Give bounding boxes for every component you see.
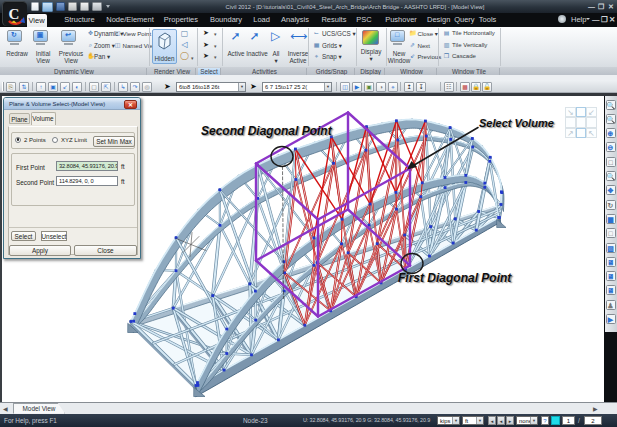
svg-text:C: C xyxy=(9,6,20,22)
